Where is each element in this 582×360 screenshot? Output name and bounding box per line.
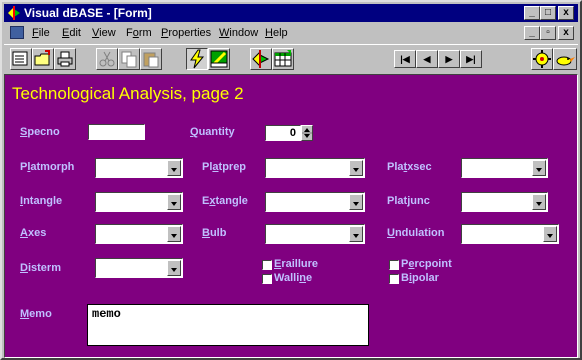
chevron-down-icon[interactable] (532, 194, 546, 210)
eraillure-label[interactable]: Eraillure (274, 258, 318, 270)
table-grid-icon (274, 50, 292, 67)
document-system-menu-icon[interactable] (10, 26, 24, 39)
copy-icon (121, 51, 137, 68)
walline-checkbox[interactable] (262, 274, 272, 284)
toolbar: |◀ ◀ ▶ ▶| (4, 44, 578, 73)
platxsec-label: Platxsec (387, 161, 432, 173)
chevron-down-icon[interactable] (349, 226, 363, 242)
form-canvas: Technological Analysis, page 2 Specno Qu… (4, 74, 578, 358)
title-bar[interactable]: Visual dBASE - [Form] _ □ x (4, 4, 578, 22)
bird-icon (556, 56, 575, 66)
specno-field[interactable] (88, 124, 145, 140)
menu-file[interactable]: File (32, 27, 50, 39)
copy-button[interactable] (118, 48, 140, 70)
undulation-combobox[interactable] (461, 224, 559, 244)
platprep-combobox[interactable] (265, 158, 365, 178)
design-view-button[interactable] (10, 48, 32, 70)
open-button[interactable] (32, 48, 54, 70)
chevron-down-icon[interactable] (167, 260, 181, 276)
axes-label: Axes (20, 227, 47, 239)
doc-close-button[interactable]: x (558, 26, 574, 40)
form-title: Technological Analysis, page 2 (12, 84, 244, 103)
navigator-button[interactable] (250, 48, 272, 70)
menu-properties[interactable]: Properties (161, 27, 211, 39)
next-record-button[interactable]: ▶ (438, 50, 460, 68)
menu-help[interactable]: Help (265, 27, 288, 39)
percpoint-label[interactable]: Percpoint (401, 258, 452, 270)
bird-expert-button[interactable] (553, 48, 577, 70)
paste-icon (143, 52, 159, 68)
chevron-down-icon[interactable] (543, 226, 557, 242)
design-view-icon (12, 51, 28, 66)
extangle-label: Extangle (202, 195, 248, 207)
bulb-label: Bulb (202, 227, 227, 239)
chevron-down-icon[interactable] (349, 160, 363, 176)
disterm-combobox[interactable] (95, 258, 183, 278)
intangle-combobox[interactable] (95, 192, 183, 212)
expert-button[interactable] (531, 48, 553, 70)
last-record-button[interactable]: ▶| (460, 50, 482, 68)
axes-combobox[interactable] (95, 224, 183, 244)
chevron-down-icon[interactable] (167, 160, 181, 176)
platmorph-label: Platmorph (20, 161, 75, 173)
chevron-down-icon[interactable] (167, 194, 181, 210)
menu-view[interactable]: View (92, 27, 116, 39)
platjunc-combobox[interactable] (461, 192, 548, 212)
doc-minimize-button[interactable]: _ (524, 26, 540, 40)
printer-icon (57, 51, 73, 67)
menu-window[interactable]: Window (219, 27, 258, 39)
quantity-spinbox[interactable]: 0 (265, 125, 301, 141)
menu-form[interactable]: Form (126, 27, 152, 39)
spinner-arrows-icon (302, 128, 312, 138)
platprep-label: Platprep (202, 161, 247, 173)
cut-button[interactable] (96, 48, 118, 70)
lightning-icon (190, 49, 205, 69)
specno-label: Specno (20, 126, 60, 138)
window-title: Visual dBASE - [Form] (24, 6, 152, 20)
first-record-button[interactable]: |◀ (394, 50, 416, 68)
percpoint-checkbox[interactable] (389, 260, 399, 270)
memo-label: Memo (20, 308, 52, 320)
extangle-combobox[interactable] (265, 192, 365, 212)
run-form-button[interactable] (186, 48, 208, 70)
intangle-label: Intangle (20, 195, 63, 207)
minimize-button[interactable]: _ (524, 6, 540, 20)
navigator-icon (252, 50, 270, 68)
doc-restore-button[interactable]: ▫ (540, 26, 556, 40)
app-window: Visual dBASE - [Form] _ □ x File Edit Vi… (0, 0, 582, 360)
bipolar-checkbox[interactable] (389, 274, 399, 284)
quantity-spinner[interactable] (301, 125, 313, 141)
quantity-label: Quantity (190, 126, 235, 138)
eraillure-checkbox[interactable] (262, 260, 272, 270)
design-form-button[interactable] (208, 48, 230, 70)
walline-label[interactable]: Walline (274, 272, 312, 284)
paste-button[interactable] (140, 48, 162, 70)
print-button[interactable] (54, 48, 76, 70)
platxsec-combobox[interactable] (461, 158, 548, 178)
bipolar-label[interactable]: Bipolar (401, 272, 439, 284)
previous-record-button[interactable]: ◀ (416, 50, 438, 68)
gear-icon (533, 50, 551, 68)
undulation-label: Undulation (387, 227, 445, 239)
menu-bar: File Edit View Form Properties Window He… (4, 23, 578, 43)
close-button[interactable]: x (558, 6, 574, 20)
dbase-app-icon (8, 6, 20, 20)
memo-editor[interactable]: memo (87, 304, 369, 346)
menu-edit[interactable]: Edit (62, 27, 81, 39)
disterm-label: Disterm (20, 262, 61, 274)
scissors-icon (99, 51, 115, 67)
chevron-down-icon[interactable] (349, 194, 363, 210)
chevron-down-icon[interactable] (532, 160, 546, 176)
platmorph-combobox[interactable] (95, 158, 183, 178)
platjunc-label: Platjunc (387, 195, 430, 207)
bulb-combobox[interactable] (265, 224, 365, 244)
maximize-button[interactable]: □ (540, 6, 556, 20)
ruler-pencil-icon (210, 50, 228, 68)
table-records-button[interactable] (272, 48, 294, 70)
open-folder-icon (34, 50, 50, 66)
chevron-down-icon[interactable] (167, 226, 181, 242)
